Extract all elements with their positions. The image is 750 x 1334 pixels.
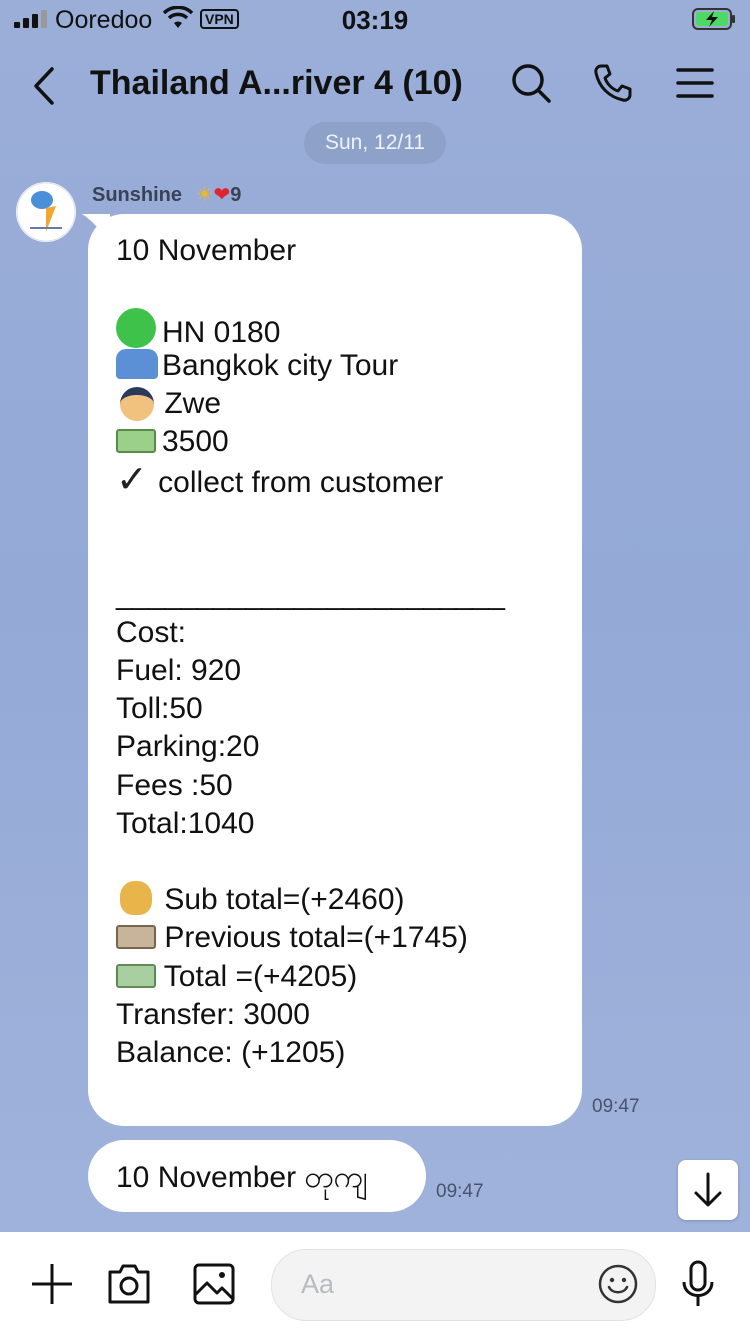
sender-name-row: Sunshine ☀❤9	[92, 182, 241, 207]
msg-line-with-icon: Zwe	[116, 385, 504, 423]
msg-line-with-icon: HN 0180	[116, 308, 504, 349]
msg-line: Cost:	[116, 615, 187, 649]
msg-line: Parking:20	[116, 730, 260, 764]
message-timestamp: 09:47	[436, 1181, 484, 1202]
msg-line: Total:1040	[116, 806, 255, 840]
date-separator: Sun, 12/11	[304, 122, 446, 164]
msg-line	[116, 843, 504, 881]
status-bar: Ooredoo VPN 03:19	[0, 0, 750, 40]
message-text: 10 November တုကျ	[116, 1161, 368, 1194]
msg-line: Toll:50	[116, 692, 203, 726]
msg-line	[116, 538, 504, 576]
heart-icon: ❤	[213, 184, 231, 206]
chat-title: Thailand A...river 4 (10)	[90, 64, 463, 102]
msg-line-with-icon: 3500	[116, 423, 504, 461]
msg-line: Fuel: 920	[116, 654, 242, 688]
green-circle-icon	[116, 308, 156, 349]
msg-line: ________________________	[116, 577, 505, 611]
msg-line: 10 November	[116, 234, 297, 267]
message-timestamp: 09:47	[592, 1096, 640, 1117]
microphone-icon[interactable]	[680, 1260, 716, 1310]
msg-line	[116, 270, 504, 308]
money-bag-icon	[120, 881, 152, 916]
phone-icon[interactable]	[592, 62, 634, 104]
avatar[interactable]	[16, 182, 76, 242]
emoji-icon[interactable]	[596, 1262, 640, 1306]
msg-line-with-icon: Previous total=(+1745)	[116, 919, 504, 957]
message-text: 10 November HN 0180 Bangkok city Tour Zw…	[116, 232, 505, 1072]
car-icon	[116, 348, 158, 379]
msg-line-with-icon: Sub total=(+2460)	[116, 881, 504, 919]
arrow-down-icon	[694, 1172, 722, 1207]
clock: 03:19	[341, 5, 409, 35]
money-icon	[116, 428, 156, 453]
battery-charging-icon	[692, 8, 735, 30]
scroll-to-bottom-button[interactable]	[678, 1160, 738, 1220]
msg-line-with-icon: ✓ collect from customer	[116, 459, 444, 502]
plus-icon[interactable]	[30, 1262, 74, 1306]
msg-line-with-icon: Bangkok city Tour	[116, 347, 504, 385]
msg-line-with-icon: Total =(+4205)	[116, 958, 504, 996]
image-icon[interactable]	[192, 1262, 236, 1306]
logo-icon	[16, 182, 76, 242]
sun-icon: ☀	[195, 184, 214, 206]
msg-line: Transfer: 3000	[116, 997, 310, 1031]
check-icon: ✓	[116, 459, 148, 502]
back-icon[interactable]	[30, 66, 60, 106]
msg-line: Balance: (+1205)	[116, 1035, 346, 1069]
pound-banknote-icon	[116, 925, 156, 950]
msg-line: Fees :50	[116, 768, 233, 802]
police-officer-icon	[120, 386, 154, 421]
euro-banknote-icon	[116, 963, 156, 988]
msg-line	[116, 499, 504, 537]
search-icon[interactable]	[510, 62, 552, 104]
badge-count: 9	[230, 184, 242, 206]
menu-icon[interactable]	[674, 62, 716, 104]
message-input-placeholder: Aa	[301, 1269, 335, 1299]
sender-name: Sunshine	[92, 184, 183, 206]
camera-icon[interactable]	[106, 1262, 152, 1306]
